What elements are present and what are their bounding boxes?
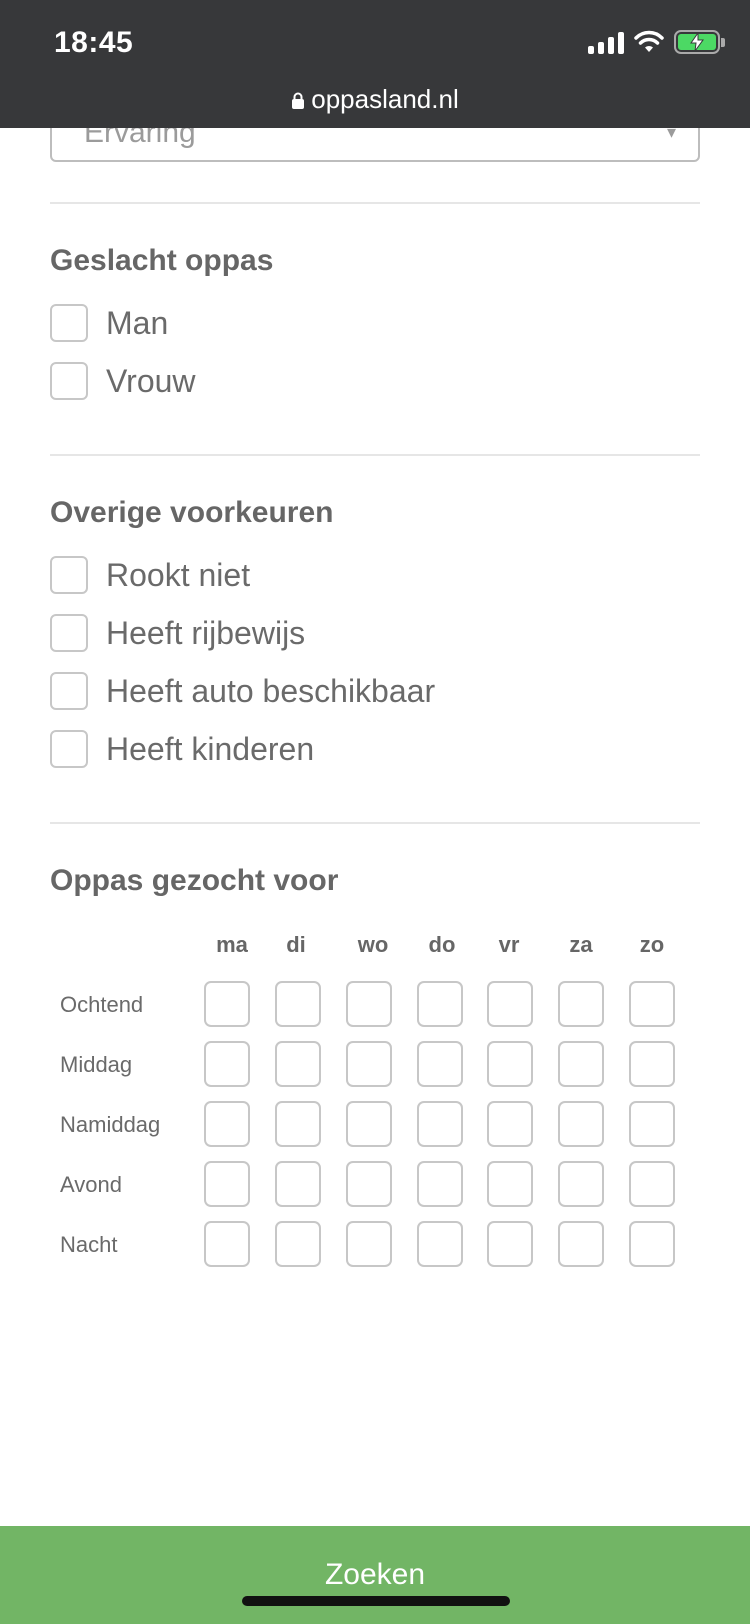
status-overlay: 18:45 oppasland.nl <box>0 0 750 128</box>
schedule-checkbox-vr-middag[interactable] <box>487 1041 533 1087</box>
schedule-section-title: Oppas gezocht voor <box>50 864 339 897</box>
schedule-checkbox-do-nacht[interactable] <box>417 1221 463 1267</box>
status-icons <box>588 30 725 54</box>
schedule-checkbox-di-nacht[interactable] <box>275 1221 321 1267</box>
schedule-checkbox-vr-namiddag[interactable] <box>487 1101 533 1147</box>
time-row-label: Middag <box>60 1052 133 1077</box>
checkbox[interactable] <box>50 304 88 342</box>
schedule-checkbox-do-namiddag[interactable] <box>417 1101 463 1147</box>
schedule-checkbox-zo-middag[interactable] <box>629 1041 675 1087</box>
day-header: zo <box>639 932 665 957</box>
schedule-checkbox-wo-middag[interactable] <box>346 1041 392 1087</box>
schedule-checkbox-wo-namiddag[interactable] <box>346 1101 392 1147</box>
time-row-label: Nacht <box>60 1232 118 1257</box>
schedule-checkbox-vr-nacht[interactable] <box>487 1221 533 1267</box>
gender-option-vrouw[interactable]: Vrouw <box>50 362 196 400</box>
schedule-checkbox-do-middag[interactable] <box>417 1041 463 1087</box>
schedule-checkbox-di-ochtend[interactable] <box>275 981 321 1027</box>
checkbox-label: Rookt niet <box>106 556 251 593</box>
preference-option-rookt-niet[interactable]: Rookt niet <box>50 556 250 594</box>
schedule-checkbox-di-avond[interactable] <box>275 1161 321 1207</box>
schedule-checkbox-ma-nacht[interactable] <box>204 1221 250 1267</box>
day-header: vr <box>498 932 520 957</box>
search-button[interactable]: Zoeken <box>0 1526 750 1624</box>
battery-charging-icon <box>674 30 725 54</box>
schedule-checkbox-wo-nacht[interactable] <box>346 1221 392 1267</box>
schedule-checkbox-za-ochtend[interactable] <box>558 981 604 1027</box>
schedule-checkbox-di-namiddag[interactable] <box>275 1101 321 1147</box>
schedule-checkbox-zo-namiddag[interactable] <box>629 1101 675 1147</box>
day-header: za <box>569 932 593 957</box>
checkbox-label: Heeft auto beschikbaar <box>106 672 436 709</box>
schedule-checkbox-ma-avond[interactable] <box>204 1161 250 1207</box>
checkbox[interactable] <box>50 556 88 594</box>
url-text: oppasland.nl <box>311 84 459 114</box>
checkbox-label: Man <box>106 304 169 341</box>
time-row-label: Ochtend <box>60 992 144 1017</box>
divider <box>50 822 700 824</box>
checkbox-label: Heeft rijbewijs <box>106 614 306 651</box>
schedule-checkbox-ma-namiddag[interactable] <box>204 1101 250 1147</box>
schedule-checkbox-za-middag[interactable] <box>558 1041 604 1087</box>
schedule-checkbox-vr-ochtend[interactable] <box>487 981 533 1027</box>
schedule-checkbox-zo-avond[interactable] <box>629 1161 675 1207</box>
checkbox-label: Vrouw <box>106 362 196 399</box>
wifi-icon <box>634 30 664 52</box>
checkbox-label: Heeft kinderen <box>106 730 315 767</box>
preference-option-rijbewijs[interactable]: Heeft rijbewijs <box>50 614 305 652</box>
schedule-checkbox-ma-ochtend[interactable] <box>204 981 250 1027</box>
schedule-checkbox-za-namiddag[interactable] <box>558 1101 604 1147</box>
schedule-checkbox-do-avond[interactable] <box>417 1161 463 1207</box>
schedule-checkbox-do-ochtend[interactable] <box>417 981 463 1027</box>
schedule-checkbox-vr-avond[interactable] <box>487 1161 533 1207</box>
divider <box>50 202 700 204</box>
preference-option-kinderen[interactable]: Heeft kinderen <box>50 730 314 768</box>
day-header: wo <box>357 932 389 957</box>
schedule-checkbox-di-middag[interactable] <box>275 1041 321 1087</box>
schedule-checkbox-zo-nacht[interactable] <box>629 1221 675 1267</box>
preference-option-auto[interactable]: Heeft auto beschikbaar <box>50 672 435 710</box>
schedule-checkbox-wo-ochtend[interactable] <box>346 981 392 1027</box>
day-header: di <box>286 932 306 957</box>
checkbox[interactable] <box>50 672 88 710</box>
preferences-section-title: Overige voorkeuren <box>50 496 334 529</box>
gender-option-man[interactable]: Man <box>50 304 168 342</box>
checkbox[interactable] <box>50 730 88 768</box>
lock-icon <box>292 92 305 110</box>
status-time: 18:45 <box>54 26 134 59</box>
gender-section-title: Geslacht oppas <box>50 244 274 277</box>
schedule-checkbox-za-nacht[interactable] <box>558 1221 604 1267</box>
schedule-checkbox-zo-ochtend[interactable] <box>629 981 675 1027</box>
checkbox[interactable] <box>50 362 88 400</box>
schedule-checkbox-wo-avond[interactable] <box>346 1161 392 1207</box>
day-header: ma <box>216 932 248 957</box>
day-header: do <box>428 932 456 957</box>
time-row-label: Namiddag <box>60 1112 161 1137</box>
time-row-label: Avond <box>60 1172 122 1197</box>
signal-icon <box>588 30 624 54</box>
home-indicator <box>242 1596 510 1606</box>
address-bar[interactable]: oppasland.nl <box>0 84 750 115</box>
divider <box>50 454 700 456</box>
checkbox[interactable] <box>50 614 88 652</box>
schedule-checkbox-ma-middag[interactable] <box>204 1041 250 1087</box>
schedule-checkbox-za-avond[interactable] <box>558 1161 604 1207</box>
